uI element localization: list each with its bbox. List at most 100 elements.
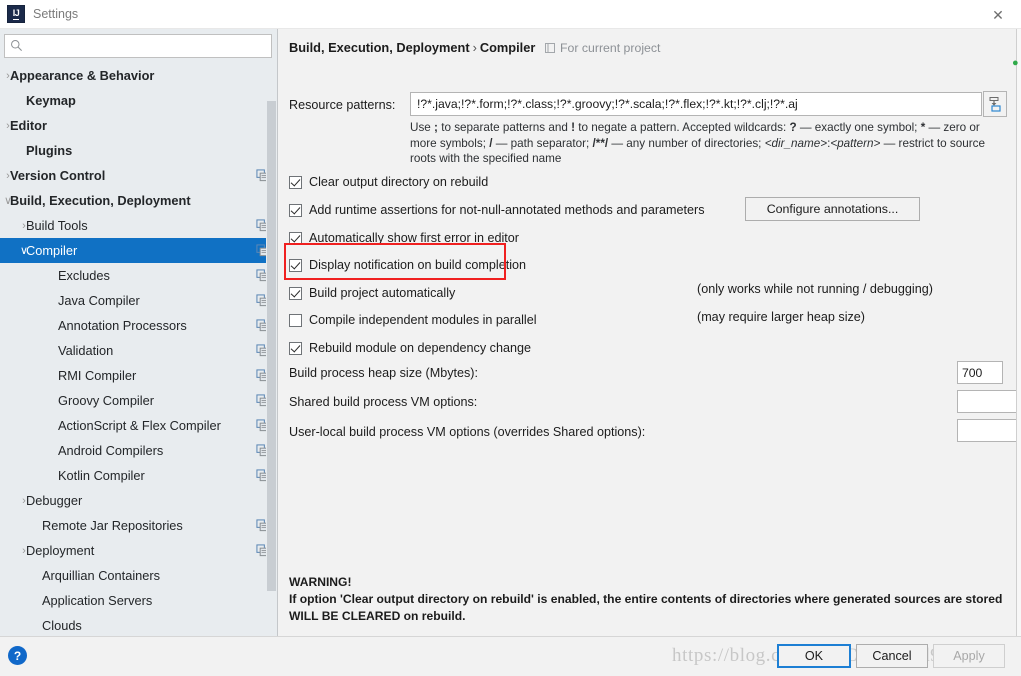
hint-question: ? [789,121,797,134]
sidebar-item-label: Deployment [26,543,95,558]
sidebar-item-java-compiler[interactable]: Java Compiler [0,288,277,313]
checkbox-input[interactable] [289,175,302,189]
sidebar-item-compiler[interactable]: ∨ Compiler [0,238,277,263]
field-label: Shared build process VM options: [289,395,478,409]
warning-body: If option 'Clear output directory on reb… [289,592,1003,623]
sidebar-item-label: Android Compilers [58,443,164,458]
checkbox-row-build-project-automatically[interactable]: Build project automatically [289,283,455,303]
parallel-compile-note: (may require larger heap size) [697,310,865,324]
hint-text: Use [410,121,435,134]
auto-build-note: (only works while not running / debuggin… [697,282,933,296]
sidebar-item-clouds[interactable]: Clouds [0,613,277,636]
resource-patterns-input[interactable] [415,95,977,113]
chevron-right-icon[interactable]: › [17,213,31,238]
checkbox-input[interactable] [289,258,302,272]
sidebar-item-remote-jar-repositories[interactable]: Remote Jar Repositories [0,513,277,538]
sidebar-item-application-servers[interactable]: Application Servers [0,588,277,613]
checkbox-row-compile-independent-modules-in-parallel[interactable]: Compile independent modules in parallel [289,310,537,330]
settings-dialog: IJ Settings ✕ › Appearance & Behavior Keym… [0,0,1021,676]
breadcrumb-separator: › [472,40,477,55]
resource-patterns-label: Resource patterns: [289,98,396,112]
sidebar-item-deployment[interactable]: › Deployment [0,538,277,563]
sidebar-scrollbar-track[interactable] [266,63,277,636]
sidebar-item-label: Keymap [26,93,76,108]
checkbox-label: Clear output directory on rebuild [309,175,489,189]
search-box[interactable] [4,34,272,58]
insert-template-icon [989,97,1001,112]
close-icon[interactable]: ✕ [983,5,1013,25]
sidebar-item-plugins[interactable]: Plugins [0,138,277,163]
hint-text: to negate a pattern. Accepted wildcards: [575,121,790,134]
sidebar-item-build-execution-deployment[interactable]: ∨ Build, Execution, Deployment [0,188,277,213]
sidebar-item-label: Editor [10,118,47,133]
checkbox-input[interactable] [289,231,302,245]
sidebar-item-label: Groovy Compiler [58,393,155,408]
sidebar-item-excludes[interactable]: Excludes [0,263,277,288]
configure-annotations-button[interactable]: Configure annotations... [745,197,920,221]
sidebar-item-editor[interactable]: › Editor [0,113,277,138]
project-scope-indicator: For current project [544,41,660,55]
sidebar-item-arquillian-containers[interactable]: Arquillian Containers [0,563,277,588]
sidebar-item-annotation-processors[interactable]: Annotation Processors [0,313,277,338]
sidebar-item-kotlin-compiler[interactable]: Kotlin Compiler [0,463,277,488]
hint-text: — exactly one symbol; [796,121,921,134]
expand-resource-patterns-button[interactable] [983,91,1007,117]
title-bar: IJ Settings ✕ [0,0,1021,29]
sidebar-item-debugger[interactable]: › Debugger [0,488,277,513]
window-title: Settings [33,7,79,21]
apply-button[interactable]: Apply [933,644,1005,668]
field-input[interactable] [957,361,1003,384]
sidebar-item-build-tools[interactable]: › Build Tools [0,213,277,238]
breadcrumb-leaf: Compiler [479,40,536,55]
chevron-right-icon[interactable]: › [17,488,31,513]
field-input[interactable] [957,419,1021,442]
sidebar-item-actionscript-flex-compiler[interactable]: ActionScript & Flex Compiler [0,413,277,438]
sidebar-item-label: Annotation Processors [58,318,187,333]
chevron-down-icon[interactable]: ∨ [17,238,31,263]
breadcrumb-root[interactable]: Build, Execution, Deployment [289,40,470,55]
checkbox-input[interactable] [289,203,302,217]
resource-patterns-hint: Use ; to separate patterns and ! to nega… [410,120,998,167]
sidebar-item-label: Debugger [26,493,83,508]
sidebar-item-appearance-behavior[interactable]: › Appearance & Behavior [0,63,277,88]
cancel-button[interactable]: Cancel [856,644,928,668]
checkbox-row-display-notification-on-build-completion[interactable]: Display notification on build completion [289,255,526,275]
sidebar-item-rmi-compiler[interactable]: RMI Compiler [0,363,277,388]
sidebar-item-label: Arquillian Containers [42,568,161,583]
sidebar-item-label: Remote Jar Repositories [42,518,183,533]
sidebar-item-validation[interactable]: Validation [0,338,277,363]
checkbox-row-rebuild-module-on-dependency-change[interactable]: Rebuild module on dependency change [289,338,531,358]
checkbox-input[interactable] [289,313,302,327]
settings-sidebar: › Appearance & Behavior Keymap › Editor Plugi… [0,29,278,636]
checkbox-input[interactable] [289,286,302,300]
checkbox-row-add-runtime-assertions-for-not-null-annotated-methods-and-parameters[interactable]: Add runtime assertions for not-null-anno… [289,200,705,220]
hint-doublestar: /**/ [592,136,609,150]
help-icon[interactable]: ? [8,646,27,665]
sidebar-item-version-control[interactable]: › Version Control [0,163,277,188]
chevron-right-icon[interactable]: › [17,538,31,563]
hint-pattern: <pattern> [830,136,881,150]
search-input[interactable] [29,37,267,56]
sidebar-scrollbar-thumb[interactable] [267,101,276,591]
chevron-down-icon[interactable]: ∨ [1,188,15,213]
checkbox-input[interactable] [289,341,302,355]
sidebar-item-label: Validation [58,343,114,358]
hint-text: to separate patterns and [437,121,572,134]
checkbox-label: Display notification on build completion [309,258,527,272]
field-input[interactable] [957,390,1021,413]
sidebar-item-keymap[interactable]: Keymap [0,88,277,113]
editor-marker-icon: ● [1012,57,1019,69]
ok-button[interactable]: OK [777,644,851,668]
chevron-right-icon[interactable]: › [1,163,15,188]
checkbox-label: Add runtime assertions for not-null-anno… [309,203,705,217]
sidebar-item-label: Kotlin Compiler [58,468,145,483]
sidebar-item-android-compilers[interactable]: Android Compilers [0,438,277,463]
chevron-right-icon[interactable]: › [1,63,15,88]
checkbox-row-automatically-show-first-error-in-editor[interactable]: Automatically show first error in editor [289,228,519,248]
resource-patterns-field[interactable] [410,92,982,116]
dialog-right-edge [1016,29,1021,636]
chevron-right-icon[interactable]: › [1,113,15,138]
checkbox-row-clear-output-directory-on-rebuild[interactable]: Clear output directory on rebuild [289,172,488,192]
sidebar-item-groovy-compiler[interactable]: Groovy Compiler [0,388,277,413]
sidebar-item-label: Compiler [26,243,78,258]
